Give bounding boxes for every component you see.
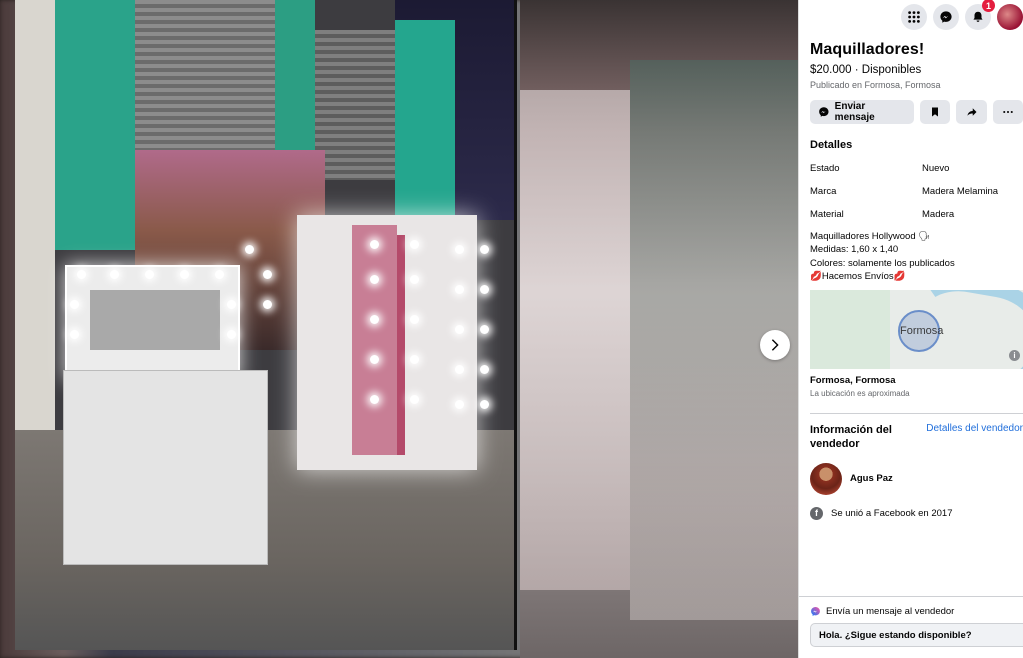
messenger-button[interactable] xyxy=(933,4,959,30)
detail-key: Marca xyxy=(810,186,837,197)
facebook-icon: f xyxy=(810,506,823,520)
detail-value: Nuevo xyxy=(922,163,950,174)
detail-value: Madera Melamina xyxy=(922,186,999,197)
messenger-icon xyxy=(811,607,820,616)
listing-panel: 1 Maquilladores! $20.000 · Disponibles P… xyxy=(798,0,1023,658)
detail-row: Marca Madera Melamina xyxy=(810,186,1023,197)
message-input[interactable]: Hola. ¿Sigue estando disponible? xyxy=(810,623,1023,647)
top-bar: 1 xyxy=(799,0,1023,34)
description-line: Maquilladores Hollywood 🗣 xyxy=(810,231,931,242)
listing-title: Maquilladores! xyxy=(810,41,925,58)
more-icon xyxy=(1003,110,1013,114)
next-photo-button[interactable] xyxy=(760,330,790,360)
listing-location[interactable]: Publicado en Formosa, Formosa xyxy=(810,80,1023,90)
description-line: 💋Hacemos Envíos💋 xyxy=(810,271,906,283)
description-line: Medidas: 1,60 x 1,40 xyxy=(810,244,899,256)
blurred-background-right xyxy=(520,0,798,658)
bell-icon xyxy=(973,11,983,22)
map-approx-note: La ubicación es aproximada xyxy=(810,388,910,398)
location-map[interactable]: Formosa i xyxy=(810,289,1023,369)
messenger-icon xyxy=(819,107,829,117)
seller-joined: f Se unió a Facebook en 2017 xyxy=(810,506,1023,520)
detail-value: Madera xyxy=(922,209,955,220)
seller-avatar[interactable] xyxy=(810,462,842,495)
grid-menu-icon xyxy=(908,11,920,23)
seller-details-link[interactable]: Detalles del vendedor xyxy=(926,423,1023,451)
detail-row: Material Madera xyxy=(810,209,1023,220)
chevron-right-icon xyxy=(771,339,779,351)
detail-key: Material xyxy=(810,209,844,220)
share-icon xyxy=(967,108,977,116)
map-city-label: Formosa xyxy=(900,324,944,337)
description-line: Colores: solamente los publicados xyxy=(810,257,955,269)
listing-photo xyxy=(15,0,517,650)
message-seller-label: Envía un mensaje al vendedor xyxy=(810,606,1023,617)
seller-heading: Información del vendedor xyxy=(810,423,892,450)
menu-button[interactable] xyxy=(901,4,927,30)
listing-price: $20.000 · Disponibles xyxy=(810,64,922,76)
listing-description: Maquilladores Hollywood 🗣 Medidas: 1,60 … xyxy=(810,230,1023,284)
map-place: Formosa, Formosa xyxy=(810,374,896,386)
detail-row: Estado Nuevo xyxy=(810,163,1023,174)
message-seller-box: Envía un mensaje al vendedor Hola. ¿Sigu… xyxy=(799,596,1023,658)
details-heading: Detalles xyxy=(810,139,853,151)
media-viewer xyxy=(0,0,798,658)
seller-header: Información del vendedor Detalles del ve… xyxy=(810,423,1023,451)
account-avatar[interactable] xyxy=(997,4,1023,30)
save-button[interactable] xyxy=(920,100,951,124)
message-label-text: Envía un mensaje al vendedor xyxy=(826,606,955,617)
action-bar: Enviar mensaje xyxy=(810,100,1023,124)
divider xyxy=(810,412,1023,414)
detail-key: Estado xyxy=(810,163,840,174)
info-icon[interactable]: i xyxy=(1009,349,1020,361)
more-button[interactable] xyxy=(992,100,1023,124)
notification-badge: 1 xyxy=(982,0,995,12)
seller-name[interactable]: Agus Paz xyxy=(850,473,893,484)
notifications-button[interactable]: 1 xyxy=(965,0,995,30)
share-button[interactable] xyxy=(956,100,987,124)
joined-text: Se unió a Facebook en 2017 xyxy=(831,507,953,519)
seller-profile[interactable]: Agus Paz xyxy=(810,462,1023,495)
send-message-label: Enviar mensaje xyxy=(834,101,875,123)
messenger-icon xyxy=(940,11,952,23)
send-message-button[interactable]: Enviar mensaje xyxy=(810,100,915,124)
bookmark-icon xyxy=(932,107,939,117)
